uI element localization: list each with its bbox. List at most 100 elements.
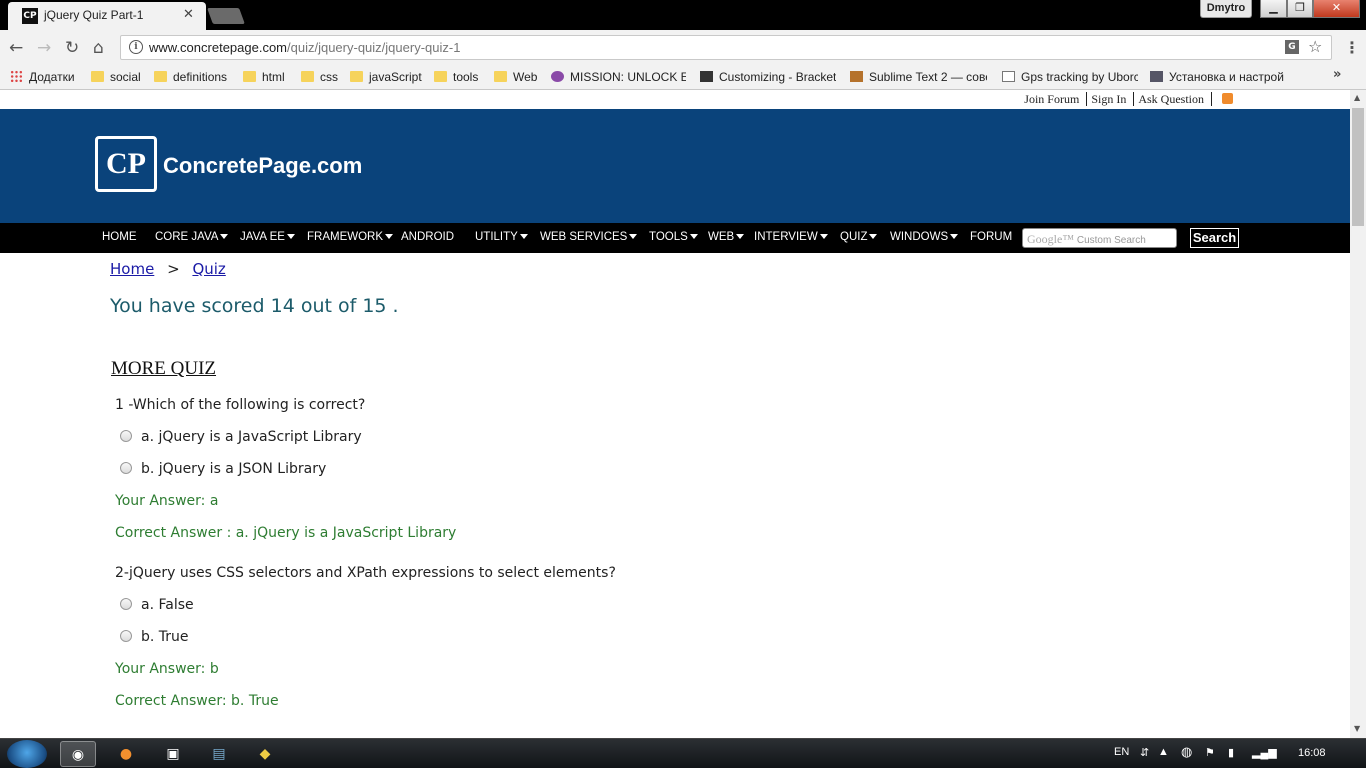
tray-expand-icon[interactable]: ▲ (1158, 746, 1169, 758)
folder-icon (350, 71, 363, 82)
new-tab-button[interactable] (207, 8, 245, 24)
bookmark-folder[interactable]: tools (434, 68, 486, 86)
question-text: 2-jQuery uses CSS selectors and XPath ex… (115, 565, 616, 581)
chevron-down-icon (385, 234, 394, 239)
close-window-button[interactable]: ✕ (1313, 0, 1360, 18)
address-bar[interactable]: i www.concretepage.com/quiz/jquery-quiz/… (120, 35, 1332, 60)
ask-question-link[interactable]: Ask Question (1133, 92, 1208, 106)
breadcrumb-quiz-link[interactable]: Quiz (192, 260, 225, 278)
tab-close-icon[interactable]: ✕ (183, 7, 194, 22)
clock[interactable]: 16:08 (1298, 747, 1326, 759)
bookmark-link[interactable]: Gps tracking by Uborc (1002, 68, 1138, 86)
action-center-flag-icon[interactable]: ⚑ (1205, 746, 1215, 759)
nav-home[interactable]: HOME (102, 231, 137, 243)
scrollbar-thumb[interactable] (1352, 108, 1364, 226)
radio-button[interactable] (120, 462, 132, 474)
profile-button[interactable]: Dmytro (1200, 0, 1252, 18)
sublime-icon (850, 71, 863, 82)
correct-answer: Correct Answer : a. jQuery is a JavaScri… (115, 525, 457, 541)
more-quiz-link[interactable]: MORE QUIZ (111, 358, 216, 380)
browser-tab[interactable]: CP jQuery Quiz Part-1 ✕ (8, 2, 206, 30)
minimize-button[interactable]: ▁ (1260, 0, 1287, 18)
nav-forum[interactable]: FORUM (970, 231, 1012, 243)
join-forum-link[interactable]: Join Forum (1020, 92, 1083, 106)
maximize-button[interactable]: ❐ (1287, 0, 1313, 18)
folder-icon (494, 71, 507, 82)
nav-android[interactable]: ANDROID (401, 231, 454, 243)
chevron-down-icon (286, 234, 295, 239)
browser-menu-icon[interactable]: ⋮ (1344, 38, 1360, 57)
app-taskbar-icon[interactable]: ▤ (201, 741, 237, 767)
nav-windows[interactable]: WINDOWS (890, 231, 959, 243)
signal-icon[interactable]: ▂▄▆ (1252, 746, 1277, 759)
nav-quiz[interactable]: QUIZ (840, 231, 878, 243)
translate-icon[interactable]: G (1285, 40, 1299, 54)
browser-titlebar: CP jQuery Quiz Part-1 ✕ Dmytro ▁ ❐ ✕ (0, 0, 1366, 30)
folder-icon (301, 71, 314, 82)
apps-grid-icon (10, 70, 23, 83)
question-text: 1 -Which of the following is correct? (115, 397, 366, 413)
bookmark-link[interactable]: Customizing - Brackets (700, 68, 836, 86)
folder-icon (434, 71, 447, 82)
back-arrow-icon[interactable]: ← (9, 38, 23, 58)
site-search-input[interactable]: Google™ Custom Search (1022, 228, 1177, 248)
bookmark-folder[interactable]: definitions (154, 68, 236, 86)
scroll-up-icon[interactable]: ▲ (1354, 93, 1360, 102)
chevron-down-icon (519, 234, 528, 239)
bookmark-folder[interactable]: css (301, 68, 343, 86)
nav-utility[interactable]: UTILITY (475, 231, 528, 243)
home-icon[interactable]: ⌂ (93, 38, 104, 58)
brackets-icon (700, 71, 713, 82)
top-links: Join Forum Sign In Ask Question (1020, 92, 1237, 107)
start-button[interactable] (7, 740, 47, 768)
bookmark-folder[interactable]: javaScript (350, 68, 426, 86)
bookmark-link[interactable]: Установка и настрой (1150, 68, 1286, 86)
nav-web[interactable]: WEB (708, 231, 745, 243)
power-icon[interactable]: ▮ (1228, 746, 1234, 759)
app-taskbar-icon[interactable]: ◆ (247, 741, 283, 767)
search-button[interactable]: Search (1190, 228, 1239, 248)
page-content: Join Forum Sign In Ask Question CP Concr… (0, 90, 1350, 738)
bookmark-link[interactable]: Sublime Text 2 — совет (850, 68, 987, 86)
nav-web-services[interactable]: WEB SERVICES (540, 231, 638, 243)
tab-title: jQuery Quiz Part-1 (44, 8, 144, 22)
firefox-taskbar-icon[interactable]: ● (108, 741, 144, 767)
answer-option[interactable]: a. False (120, 597, 194, 613)
answer-option[interactable]: b. True (120, 629, 189, 645)
bookmark-folder[interactable]: social (91, 68, 149, 86)
bookmark-link[interactable]: MISSION: UNLOCK EN (551, 68, 686, 86)
bookmark-folder[interactable]: html (243, 68, 293, 86)
logo-mark[interactable]: CP (95, 136, 157, 192)
bookmark-apps[interactable]: Додатки (10, 68, 80, 86)
radio-button[interactable] (120, 598, 132, 610)
chrome-taskbar-icon[interactable]: ◉ (60, 741, 96, 767)
bookmark-folder[interactable]: Web (494, 68, 540, 86)
your-answer: Your Answer: b (115, 661, 219, 677)
rss-link[interactable] (1211, 92, 1237, 106)
nav-java-ee[interactable]: JAVA EE (240, 231, 295, 243)
answer-option[interactable]: b. jQuery is a JSON Library (120, 461, 326, 477)
answer-option[interactable]: a. jQuery is a JavaScript Library (120, 429, 362, 445)
nav-core-java[interactable]: CORE JAVA (155, 231, 229, 243)
breadcrumb: Home > Quiz (110, 260, 226, 278)
bookmark-star-icon[interactable]: ☆ (1308, 37, 1322, 56)
site-info-icon[interactable]: i (129, 40, 143, 54)
nav-interview[interactable]: INTERVIEW (754, 231, 828, 243)
language-indicator[interactable]: EN (1114, 746, 1129, 758)
radio-button[interactable] (120, 430, 132, 442)
page-scrollbar[interactable]: ▲ ▼ (1350, 90, 1366, 738)
sign-in-link[interactable]: Sign In (1086, 92, 1131, 106)
reload-icon[interactable]: ↻ (65, 38, 79, 58)
breadcrumb-home-link[interactable]: Home (110, 260, 154, 278)
nav-framework[interactable]: FRAMEWORK (307, 231, 394, 243)
scroll-down-icon[interactable]: ▼ (1354, 724, 1360, 733)
logo-text[interactable]: ConcretePage.com (163, 153, 362, 179)
network-globe-icon[interactable]: ◍ (1181, 744, 1192, 760)
keyboard-icon[interactable]: ⇵ (1140, 746, 1149, 759)
radio-button[interactable] (120, 630, 132, 642)
forward-arrow-icon[interactable]: → (37, 38, 51, 58)
bookmarks-overflow-icon[interactable]: » (1333, 67, 1341, 82)
nav-tools[interactable]: TOOLS (649, 231, 698, 243)
app-taskbar-icon[interactable]: ▣ (155, 741, 191, 767)
folder-icon (91, 71, 104, 82)
